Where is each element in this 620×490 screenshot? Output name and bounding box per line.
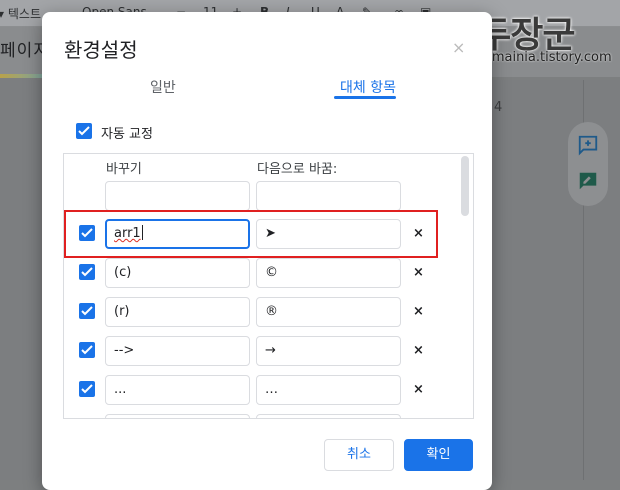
active-tab-indicator: [334, 96, 396, 99]
row-checkbox[interactable]: [79, 342, 95, 358]
replace-input[interactable]: (r): [105, 297, 250, 327]
with-input[interactable]: ©: [256, 258, 401, 288]
tab-substitutions[interactable]: 대체 항목: [340, 77, 396, 97]
auto-correct-label: 자동 교정: [101, 127, 153, 142]
delete-row-icon[interactable]: ×: [413, 343, 424, 358]
dropdown-arrow-icon: ▾: [0, 7, 5, 21]
toolbar-style-label: 텍스트: [7, 7, 41, 21]
replace-text: arr1: [114, 226, 141, 241]
new-with-input[interactable]: [256, 181, 401, 211]
text-caret: [141, 225, 143, 240]
replace-input[interactable]: [105, 414, 250, 418]
suggest-edit-icon[interactable]: [577, 170, 599, 192]
replace-input[interactable]: -->: [105, 336, 250, 366]
table-row: arr1 ➤ ×: [64, 217, 473, 251]
auto-correct-checkbox[interactable]: [76, 123, 92, 139]
ok-button[interactable]: 확인: [404, 439, 473, 471]
table-scrollbar[interactable]: [461, 156, 469, 216]
replace-input[interactable]: (c): [105, 258, 250, 288]
substitution-table: 바꾸기 다음으로 바꿈: arr1 ➤ × (c) © × (r) ® × --…: [63, 153, 474, 419]
checkmark-icon: [81, 384, 93, 394]
tab-general[interactable]: 일반: [150, 77, 176, 97]
preferences-dialog: 환경설정 × 일반 대체 항목 자동 교정 바꾸기 다음으로 바꿈: arr1 …: [42, 12, 492, 490]
replace-input[interactable]: arr1: [105, 219, 250, 249]
new-entry-row: [64, 179, 473, 213]
side-action-panel: [568, 122, 608, 206]
table-row: --> → ×: [64, 334, 473, 368]
with-input[interactable]: →: [256, 336, 401, 366]
delete-row-icon[interactable]: ×: [413, 382, 424, 397]
checkmark-icon: [81, 228, 93, 238]
row-checkbox[interactable]: [79, 225, 95, 241]
row-checkbox[interactable]: [79, 264, 95, 280]
delete-row-icon[interactable]: ×: [413, 226, 424, 241]
with-input[interactable]: …: [256, 375, 401, 405]
column-header-replace: 바꾸기: [106, 162, 142, 177]
page-number: 4: [494, 100, 503, 115]
replace-input[interactable]: ...: [105, 375, 250, 405]
table-row: (c) © ×: [64, 256, 473, 290]
column-header-with: 다음으로 바꿈:: [257, 162, 338, 177]
add-comment-icon[interactable]: [577, 134, 599, 156]
row-checkbox[interactable]: [79, 303, 95, 319]
with-input[interactable]: ➤: [256, 219, 401, 249]
toolbar-style-select[interactable]: ▾ 텍스트: [0, 5, 41, 22]
dialog-title: 환경설정: [64, 38, 138, 62]
with-input[interactable]: ®: [256, 297, 401, 327]
delete-row-icon[interactable]: ×: [413, 304, 424, 319]
checkmark-icon: [81, 345, 93, 355]
table-row: (r) ® ×: [64, 295, 473, 329]
close-icon[interactable]: ×: [452, 38, 465, 57]
table-row: [64, 412, 473, 418]
checkmark-icon: [81, 306, 93, 316]
delete-row-icon[interactable]: ×: [413, 265, 424, 280]
cancel-button[interactable]: 취소: [324, 439, 394, 471]
table-row: ... … ×: [64, 373, 473, 407]
checkmark-icon: [81, 267, 93, 277]
with-input[interactable]: [256, 414, 401, 418]
new-replace-input[interactable]: [105, 181, 250, 211]
page-color-stripe: [0, 74, 44, 78]
row-checkbox[interactable]: [79, 381, 95, 397]
checkmark-icon: [78, 126, 90, 136]
